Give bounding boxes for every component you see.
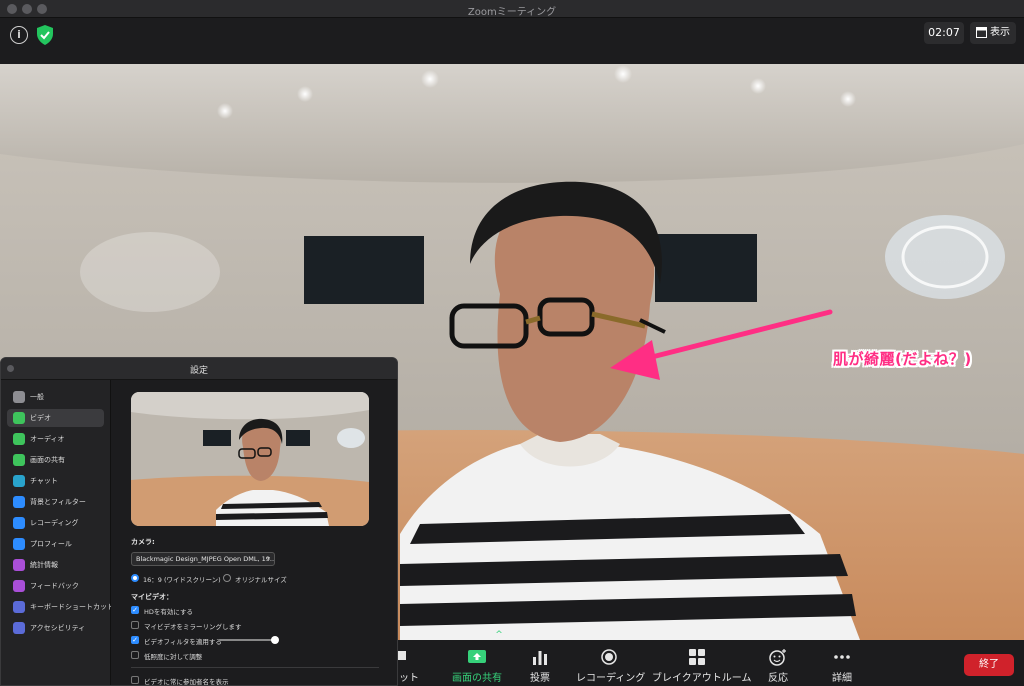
share-screen-icon xyxy=(13,454,25,466)
sidebar-item-label: プロフィール xyxy=(30,540,72,548)
shield-icon[interactable] xyxy=(35,24,55,46)
headphones-icon xyxy=(13,433,25,445)
sidebar-item-accessibility[interactable]: アクセシビリティ xyxy=(7,619,104,637)
ratio-16-9-label: 16：9 (ワイドスクリーン) xyxy=(143,576,221,584)
video-preview-image xyxy=(131,392,369,526)
settings-divider xyxy=(131,667,379,668)
enable-hd-checkbox[interactable]: ✓ xyxy=(131,606,139,614)
sidebar-item-video[interactable]: ビデオ xyxy=(7,409,104,427)
record-button[interactable]: レコーディング xyxy=(576,640,646,686)
record-icon xyxy=(13,517,25,529)
settings-sidebar: 一般 ビデオ オーディオ 画面の共有 チャット 背景とフィルター レコーディング… xyxy=(1,380,114,685)
sidebar-item-chat[interactable]: チャット xyxy=(7,472,104,490)
more-dots-icon xyxy=(834,655,850,659)
poll-button[interactable]: 投票 xyxy=(520,640,560,686)
sidebar-item-feedback[interactable]: フィードバック xyxy=(7,577,104,595)
ratio-original-label: オリジナルサイズ xyxy=(235,576,287,584)
profile-icon xyxy=(13,538,25,550)
accessibility-icon xyxy=(13,622,25,634)
share-options-chevron-icon[interactable]: ^ xyxy=(494,630,504,676)
sidebar-item-recording[interactable]: レコーディング xyxy=(7,514,104,532)
annotation-text: 肌が綺麗(だよね？) xyxy=(833,350,972,368)
video-preview xyxy=(131,392,369,526)
settings-video-panel: カメラ: Blackmagic Design_MJPEG Open DML, 1… xyxy=(111,380,397,686)
person-icon xyxy=(13,496,25,508)
sidebar-item-label: レコーディング xyxy=(30,519,79,527)
more-button[interactable]: 詳細 xyxy=(822,640,862,686)
low-light-label: 低照度に対して調整 xyxy=(144,653,203,661)
grid-icon xyxy=(976,27,987,38)
view-button-label: 表示 xyxy=(990,27,1010,38)
video-camera-icon xyxy=(13,412,25,424)
sidebar-item-keyboard-shortcuts[interactable]: キーボードショートカット xyxy=(7,598,114,616)
title-bar: Zoomミーティング xyxy=(0,0,1024,18)
my-video-label: マイビデオ： xyxy=(131,593,173,601)
sidebar-item-background-filters[interactable]: 背景とフィルター xyxy=(7,493,104,511)
always-show-names-label: ビデオに常に参加者名を表示 xyxy=(144,678,229,686)
sidebar-item-label: フィードバック xyxy=(30,582,79,590)
camera-select-value: Blackmagic Design_MJPEG Open DML, 19... xyxy=(136,555,275,563)
camera-select[interactable]: Blackmagic Design_MJPEG Open DML, 19... … xyxy=(131,552,275,566)
camera-label: カメラ: xyxy=(131,538,155,546)
gear-icon xyxy=(13,391,25,403)
chevron-down-icon: ▾ xyxy=(266,555,270,562)
sidebar-item-label: 画面の共有 xyxy=(30,456,65,464)
reactions-label: 反応 xyxy=(768,673,788,684)
low-light-checkbox[interactable] xyxy=(131,651,139,659)
ratio-original-radio[interactable] xyxy=(223,574,231,582)
sidebar-item-audio[interactable]: オーディオ xyxy=(7,430,104,448)
sidebar-item-label: キーボードショートカット xyxy=(30,603,114,611)
bar-chart-icon xyxy=(533,651,547,665)
settings-title-bar: 設定 xyxy=(1,358,397,380)
settings-window: 設定 一般 ビデオ オーディオ 画面の共有 チャット 背景とフィルター レコーデ… xyxy=(0,357,398,686)
zoom-window: Zoomミーティング i 02:07 表示 肌が綺麗(だよね？) チャット 画面… xyxy=(0,0,1024,686)
keyboard-icon xyxy=(13,601,25,613)
smiley-icon xyxy=(769,649,786,666)
video-filter-checkbox[interactable]: ✓ xyxy=(131,636,139,644)
sidebar-item-label: ビデオ xyxy=(30,414,51,422)
breakout-rooms-icon xyxy=(689,649,705,665)
filter-strength-slider[interactable] xyxy=(219,636,279,644)
sidebar-item-label: 一般 xyxy=(30,393,44,401)
settings-title: 設定 xyxy=(189,366,208,376)
enable-hd-label: HDを有効にする xyxy=(144,608,193,616)
poll-label: 投票 xyxy=(530,673,550,684)
sidebar-item-profile[interactable]: プロフィール xyxy=(7,535,104,553)
sidebar-item-share-screen[interactable]: 画面の共有 xyxy=(7,451,104,469)
sidebar-item-label: 背景とフィルター xyxy=(30,498,86,506)
mirror-video-checkbox[interactable] xyxy=(131,621,139,629)
sidebar-item-statistics[interactable]: 統計情報 xyxy=(7,556,104,574)
sidebar-item-label: アクセシビリティ xyxy=(30,624,86,632)
view-button[interactable]: 表示 xyxy=(970,22,1016,44)
meeting-top-bar: i 02:07 表示 xyxy=(0,18,1024,64)
chat-icon xyxy=(13,475,25,487)
window-title: Zoomミーティング xyxy=(467,7,557,18)
record-icon xyxy=(601,649,617,665)
share-screen-icon xyxy=(468,650,486,663)
bar-chart-icon xyxy=(13,559,25,571)
always-show-names-checkbox[interactable] xyxy=(131,676,139,684)
info-icon[interactable]: i xyxy=(10,26,28,44)
smiley-icon xyxy=(13,580,25,592)
record-label: レコーディング xyxy=(576,673,646,684)
sidebar-item-general[interactable]: 一般 xyxy=(7,388,104,406)
end-meeting-button[interactable]: 終了 xyxy=(964,654,1014,676)
sidebar-item-label: チャット xyxy=(30,477,58,485)
sidebar-item-label: 統計情報 xyxy=(30,561,58,569)
breakout-rooms-label: ブレイクアウトルーム xyxy=(652,673,752,684)
meeting-timer: 02:07 xyxy=(924,22,964,44)
more-label: 詳細 xyxy=(832,673,852,684)
reactions-button[interactable]: 反応 xyxy=(758,640,798,686)
mirror-video-label: マイビデオをミラーリングします xyxy=(144,623,242,631)
sidebar-item-label: オーディオ xyxy=(30,435,65,443)
ratio-16-9-radio[interactable] xyxy=(131,574,139,582)
video-filter-label: ビデオフィルタを適用する xyxy=(144,638,222,646)
slider-handle[interactable] xyxy=(271,636,279,644)
breakout-rooms-button[interactable]: ブレイクアウトルーム xyxy=(652,640,752,686)
